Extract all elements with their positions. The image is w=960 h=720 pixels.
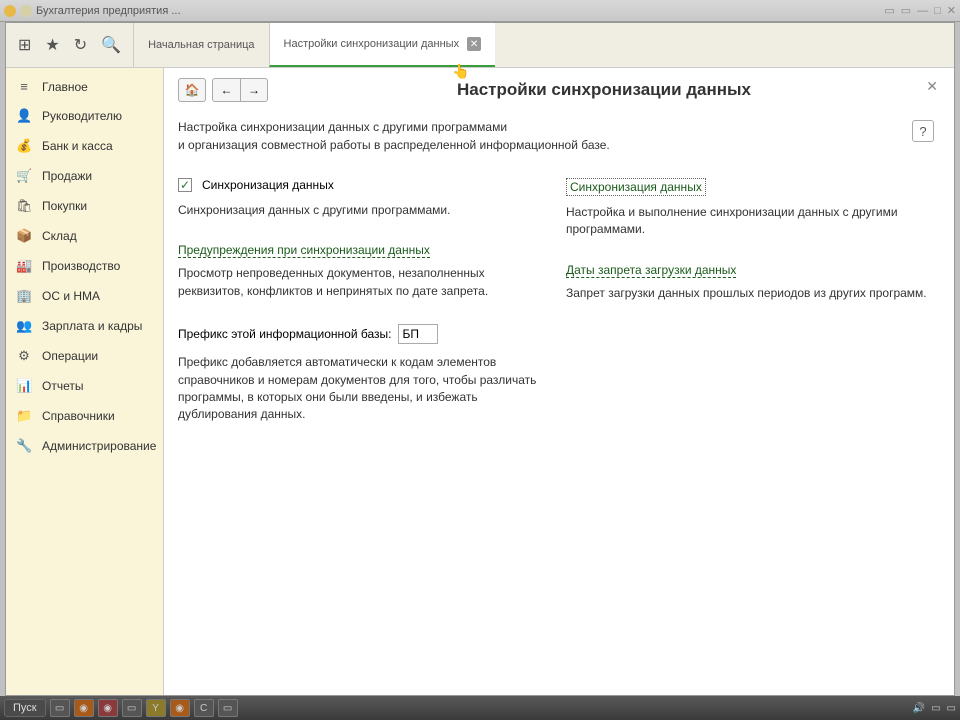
gear-icon: ⚙	[16, 348, 32, 364]
tab-close-icon[interactable]: ✕	[467, 37, 481, 51]
tray-icon[interactable]: ▭	[931, 703, 940, 714]
app-icon-2	[20, 5, 32, 17]
sidebar-item-production[interactable]: 🏭 Производство	[6, 251, 163, 281]
sys-icon[interactable]: ▭	[884, 4, 894, 17]
prefix-desc: Префикс добавляется автоматически к кода…	[178, 354, 546, 424]
building-icon: 🏢	[16, 288, 32, 304]
warnings-link[interactable]: Предупреждения при синхронизации данных	[178, 243, 430, 258]
sys-close-icon[interactable]: ✕	[947, 4, 956, 17]
wrench-icon: 🔧	[16, 438, 32, 454]
top-toolbar: ⊞ ★ ↻ 🔍 Начальная страница Настройки син…	[6, 23, 954, 68]
sidebar-item-assets[interactable]: 🏢 ОС и НМА	[6, 281, 163, 311]
sidebar-label: Зарплата и кадры	[42, 319, 142, 333]
sidebar: ≡ Главное 👤 Руководителю 💰 Банк и касса 🛒 Пр…	[6, 68, 164, 695]
money-icon: 💰	[16, 138, 32, 154]
sidebar-label: Производство	[42, 259, 120, 273]
sidebar-item-operations[interactable]: ⚙ Операции	[6, 341, 163, 371]
search-icon[interactable]: 🔍	[101, 35, 121, 55]
back-button[interactable]: ←	[212, 78, 240, 102]
history-icon[interactable]: ↻	[74, 35, 87, 55]
task-icon[interactable]: ▭	[122, 699, 142, 717]
tab-home[interactable]: Начальная страница	[133, 23, 268, 67]
help-button[interactable]: ?	[912, 120, 934, 142]
tab-sync-settings[interactable]: Настройки синхронизации данных ✕	[269, 23, 496, 67]
window-titlebar: Бухгалтерия предприятия ... ▭ ▭ — □ ✕	[0, 0, 960, 22]
sidebar-label: Операции	[42, 349, 98, 363]
tray-icon[interactable]: 🔊	[913, 703, 925, 714]
sidebar-label: Руководителю	[42, 109, 122, 123]
sidebar-item-catalogs[interactable]: 📁 Справочники	[6, 401, 163, 431]
sidebar-label: Склад	[42, 229, 77, 243]
sidebar-label: Продажи	[42, 169, 92, 183]
dates-desc: Запрет загрузки данных прошлых периодов …	[566, 285, 934, 302]
task-icon[interactable]: ▭	[218, 699, 238, 717]
box-icon: 📦	[16, 228, 32, 244]
window-title: Бухгалтерия предприятия ...	[36, 5, 181, 17]
forward-button[interactable]: →	[240, 78, 268, 102]
sys-max-icon[interactable]: □	[934, 5, 941, 17]
page-description: Настройка синхронизации данных с другими…	[178, 118, 934, 154]
sync-desc: Синхронизация данных с другими программа…	[178, 202, 546, 219]
sidebar-label: Отчеты	[42, 379, 83, 393]
sync-right-desc: Настройка и выполнение синхронизации дан…	[566, 204, 934, 239]
folder-icon: 📁	[16, 408, 32, 424]
content-area: ✕ 🏠 ← → Настройки синхронизации данных Н…	[164, 68, 954, 695]
people-icon: 👥	[16, 318, 32, 334]
sidebar-item-purchases[interactable]: 🛍 Покупки	[6, 191, 163, 221]
task-icon[interactable]: ▭	[50, 699, 70, 717]
apps-icon[interactable]: ⊞	[18, 35, 31, 55]
user-icon: 👤	[16, 108, 32, 124]
task-icon[interactable]: ◉	[74, 699, 94, 717]
sys-icon[interactable]: ▭	[901, 4, 911, 17]
checkbox-label: Синхронизация данных	[202, 178, 334, 192]
sidebar-item-main[interactable]: ≡ Главное	[6, 72, 163, 101]
sys-min-icon[interactable]: —	[917, 5, 928, 17]
start-button[interactable]: Пуск	[4, 699, 46, 717]
sidebar-item-bank[interactable]: 💰 Банк и касса	[6, 131, 163, 161]
sidebar-item-manager[interactable]: 👤 Руководителю	[6, 101, 163, 131]
chart-icon: 📊	[16, 378, 32, 394]
sidebar-label: Администрирование	[42, 439, 156, 453]
taskbar: Пуск ▭ ◉ ◉ ▭ Y ◉ C ▭ 🔊 ▭ ▭	[0, 696, 960, 720]
tray-icon[interactable]: ▭	[947, 703, 956, 714]
prefix-label: Префикс этой информационной базы:	[178, 327, 392, 341]
close-icon[interactable]: ✕	[926, 78, 938, 95]
cart-icon: 🛒	[16, 168, 32, 184]
system-tray: 🔊 ▭ ▭	[913, 703, 956, 714]
warnings-desc: Просмотр непроведенных документов, незап…	[178, 265, 546, 300]
sidebar-label: Банк и касса	[42, 139, 113, 153]
dates-link[interactable]: Даты запрета загрузки данных	[566, 263, 736, 278]
factory-icon: 🏭	[16, 258, 32, 274]
home-button[interactable]: 🏠	[178, 78, 206, 102]
sidebar-label: ОС и НМА	[42, 289, 100, 303]
menu-icon: ≡	[16, 79, 32, 94]
tab-label: Начальная страница	[148, 39, 254, 51]
task-icon[interactable]: Y	[146, 699, 166, 717]
sidebar-item-payroll[interactable]: 👥 Зарплата и кадры	[6, 311, 163, 341]
app-icon	[4, 5, 16, 17]
bag-icon: 🛍	[16, 198, 32, 214]
sidebar-item-admin[interactable]: 🔧 Администрирование	[6, 431, 163, 461]
sidebar-label: Главное	[42, 80, 88, 94]
sidebar-item-warehouse[interactable]: 📦 Склад	[6, 221, 163, 251]
prefix-input[interactable]	[398, 324, 438, 344]
task-icon[interactable]: C	[194, 699, 214, 717]
star-icon[interactable]: ★	[45, 35, 59, 55]
sidebar-item-sales[interactable]: 🛒 Продажи	[6, 161, 163, 191]
tab-label: Настройки синхронизации данных	[284, 38, 460, 50]
sidebar-label: Справочники	[42, 409, 115, 423]
sync-data-link[interactable]: Синхронизация данных	[566, 178, 706, 196]
sidebar-label: Покупки	[42, 199, 87, 213]
sync-checkbox[interactable]: ✓	[178, 178, 192, 192]
task-icon[interactable]: ◉	[98, 699, 118, 717]
task-icon[interactable]: ◉	[170, 699, 190, 717]
page-title: Настройки синхронизации данных	[274, 80, 934, 100]
sidebar-item-reports[interactable]: 📊 Отчеты	[6, 371, 163, 401]
